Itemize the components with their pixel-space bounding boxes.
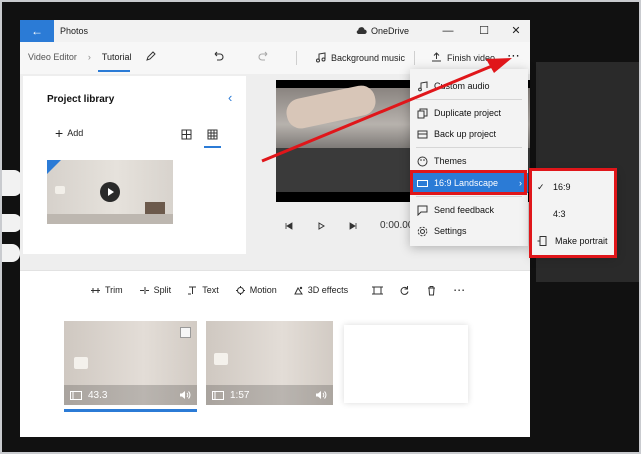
screenshot-frame: ← Photos OneDrive — ☐ ✕ Video Editor › T… [0,0,641,454]
annotation-arrow [261,58,512,163]
